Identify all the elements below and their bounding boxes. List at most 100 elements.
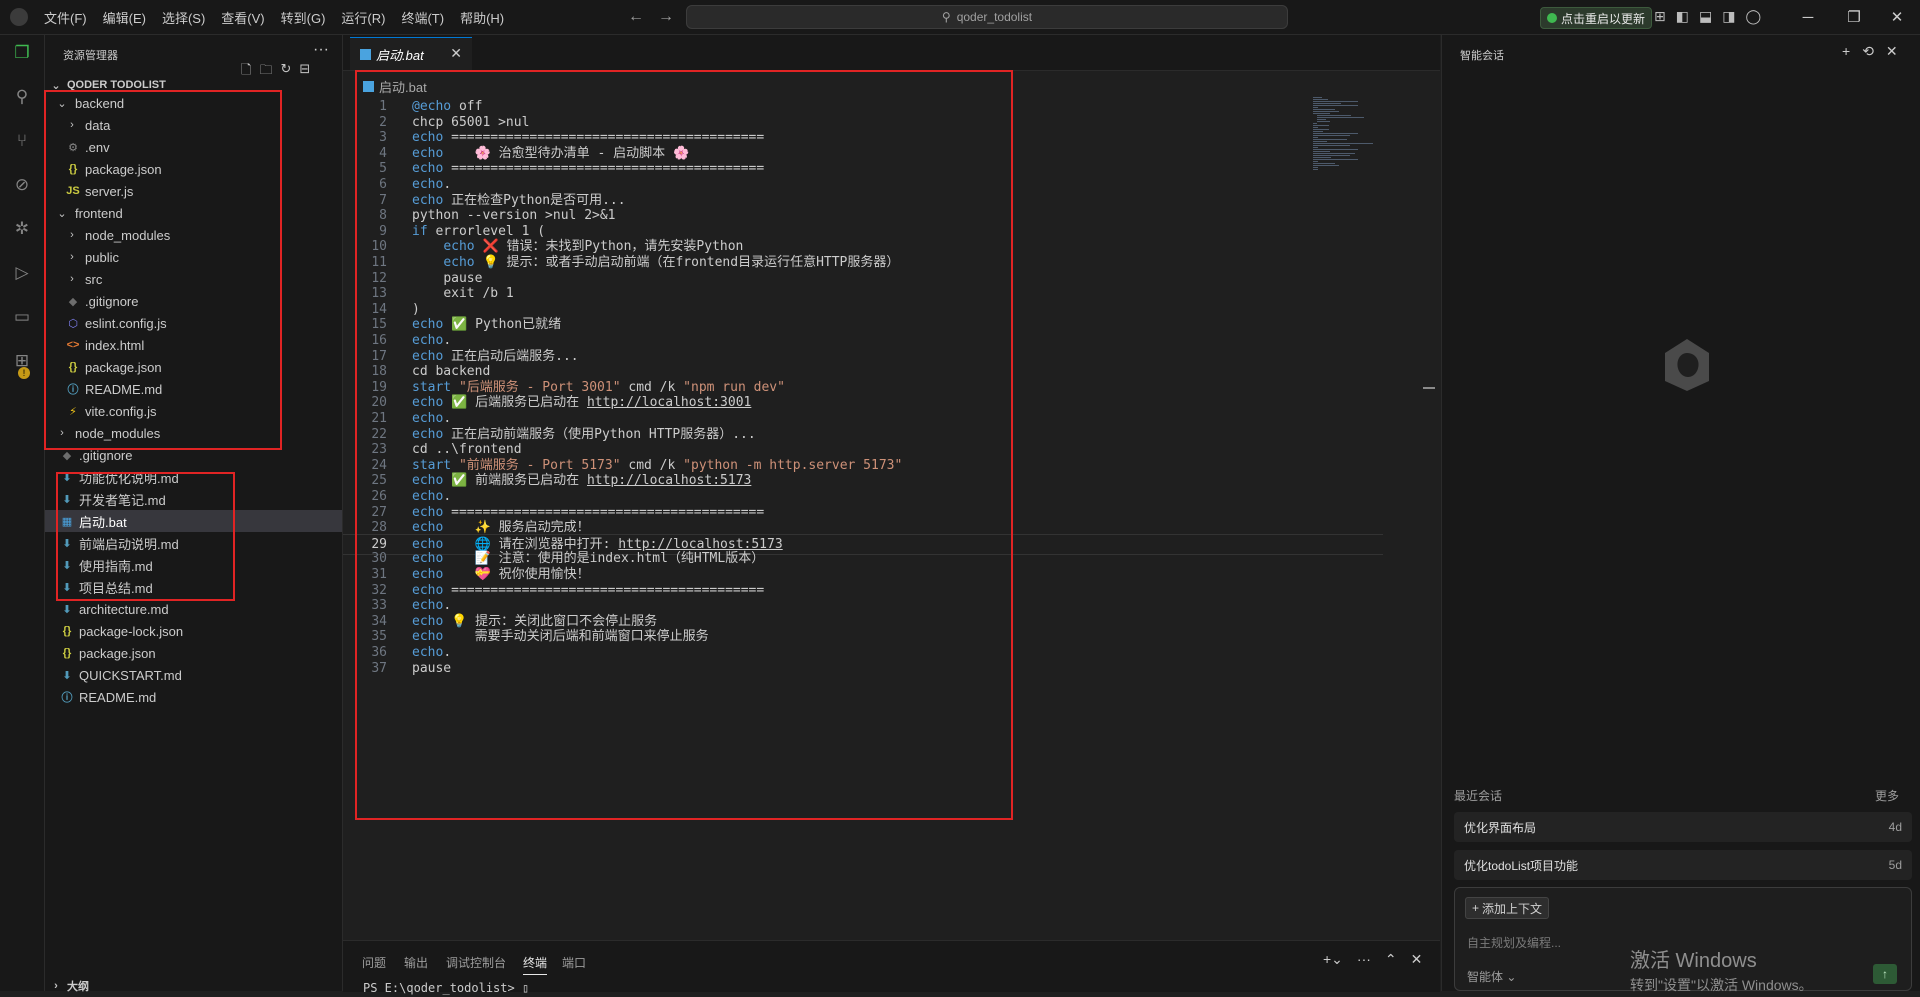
git-file-icon: ◆: [62, 449, 72, 462]
minimap[interactable]: [1313, 97, 1403, 177]
mode-select[interactable]: 智能体 ⌄: [1467, 968, 1516, 985]
panel-tab-debug-console[interactable]: 调试控制台: [446, 954, 506, 971]
minimap-line: [1313, 101, 1358, 102]
menu-file[interactable]: 文件(F): [36, 8, 95, 27]
minimap-line: [1313, 129, 1329, 130]
session-title: 优化todoList项目功能: [1464, 858, 1579, 873]
highlight-box-backend-frontend: [44, 90, 282, 450]
new-chat-icon[interactable]: +: [1842, 43, 1850, 60]
menu-terminal[interactable]: 终端(T): [393, 8, 452, 27]
panel-tab-ports[interactable]: 端口: [562, 954, 586, 971]
maximize-panel-icon[interactable]: ⌃: [1385, 951, 1397, 968]
tree-file[interactable]: ⬇ QUICKSTART.md: [45, 664, 342, 686]
menu-edit[interactable]: 编辑(E): [95, 8, 154, 27]
windows-activation-watermark: 激活 Windows 转到"设置"以激活 Windows。: [1630, 944, 1813, 995]
more-sessions-link[interactable]: 更多: [1875, 787, 1899, 804]
tree-file[interactable]: {} package-lock.json: [45, 620, 342, 642]
panel-tab-terminal[interactable]: 终端: [523, 954, 548, 975]
more-actions-icon[interactable]: ···: [1357, 951, 1371, 968]
restore-icon[interactable]: ❐: [1831, 0, 1877, 34]
new-folder-icon[interactable]: 🗀: [259, 61, 272, 83]
menu-run[interactable]: 运行(R): [333, 8, 393, 27]
minimap-line: [1313, 139, 1347, 140]
terminal-prompt[interactable]: PS E:\qoder_todolist> ▯: [363, 981, 529, 995]
minimap-line: [1313, 99, 1328, 100]
history-icon[interactable]: ⟲: [1862, 43, 1874, 60]
panel-tab-output[interactable]: 输出: [404, 954, 428, 971]
panel-tab-problems[interactable]: 问题: [362, 954, 386, 971]
minimize-icon[interactable]: ─: [1785, 0, 1831, 34]
outline-section[interactable]: › 大纲: [45, 975, 342, 997]
menu-go[interactable]: 转到(G): [273, 8, 334, 27]
minimap-line: [1317, 117, 1364, 118]
toggle-primary-sidebar-icon[interactable]: ◧: [1676, 8, 1689, 25]
remote-explorer-icon[interactable]: ▭: [10, 305, 34, 329]
menu-help[interactable]: 帮助(H): [452, 8, 512, 27]
json-file-icon: {}: [62, 647, 72, 659]
collapse-all-icon[interactable]: ⊟: [299, 61, 310, 83]
minimap-line: [1313, 111, 1339, 112]
chat-actions: + ⟲ ✕: [1842, 43, 1898, 60]
tree-file[interactable]: {} package.json: [45, 642, 342, 664]
tree-item-label: architecture.md: [79, 601, 169, 617]
add-context-button[interactable]: + 添加上下文: [1465, 897, 1550, 919]
new-terminal-icon[interactable]: +⌄: [1323, 951, 1343, 968]
minimap-line: [1313, 107, 1318, 108]
back-arrow-icon[interactable]: ←: [628, 8, 644, 25]
editor-tabs: 启动.bat ✕: [343, 35, 1440, 71]
source-control-icon[interactable]: ⑂: [10, 129, 34, 153]
tab-label: 启动.bat: [376, 47, 424, 63]
outline-label: 大纲: [67, 981, 89, 993]
more-actions-icon[interactable]: ···: [313, 41, 329, 59]
command-center-search[interactable]: ⚲ qoder_todolist: [686, 5, 1288, 29]
toggle-panel-icon[interactable]: ⬓: [1699, 8, 1712, 25]
send-icon[interactable]: ↑: [1873, 964, 1897, 984]
qoder-logo-icon: [1665, 339, 1709, 391]
minimap-line: [1313, 163, 1335, 164]
recent-session-item[interactable]: 优化todoList项目功能 5d: [1454, 850, 1912, 880]
tree-file[interactable]: ⬇ architecture.md: [45, 598, 342, 620]
minimap-line: [1317, 119, 1326, 120]
compass-icon[interactable]: ⊘: [10, 173, 34, 197]
close-tab-icon[interactable]: ✕: [450, 45, 462, 62]
minimap-line: [1313, 131, 1323, 132]
scrollbar-marker[interactable]: [1423, 387, 1435, 389]
chat-title: 智能会话: [1460, 50, 1504, 62]
close-chat-icon[interactable]: ✕: [1886, 43, 1898, 60]
recent-session-item[interactable]: 优化界面布局 4d: [1454, 812, 1912, 842]
menu-view[interactable]: 查看(V): [213, 8, 272, 27]
tab-start-bat[interactable]: 启动.bat ✕: [350, 37, 472, 70]
extensions-network-icon[interactable]: ✲: [10, 217, 34, 241]
menu-bar: 文件(F) 编辑(E) 选择(S) 查看(V) 转到(G) 运行(R) 终端(T…: [36, 0, 512, 34]
tree-item-label: package-lock.json: [79, 623, 184, 639]
minimap-line: [1313, 159, 1358, 160]
tree-item-label: README.md: [79, 689, 157, 705]
search-text: qoder_todolist: [956, 10, 1033, 24]
run-debug-icon[interactable]: ▷: [10, 261, 34, 285]
minimap-line: [1313, 151, 1330, 152]
nav-arrows: ← →: [628, 8, 688, 26]
customize-layout-icon[interactable]: ⊞: [1654, 8, 1666, 25]
close-window-icon[interactable]: ✕: [1874, 0, 1920, 34]
minimap-line: [1313, 153, 1355, 154]
restart-update-button[interactable]: 点击重启以更新: [1540, 7, 1653, 29]
chat-placeholder[interactable]: 自主规划及编程...: [1467, 934, 1561, 951]
minimap-line: [1313, 103, 1341, 104]
close-panel-icon[interactable]: ✕: [1411, 951, 1423, 968]
minimap-line: [1313, 141, 1327, 142]
new-file-icon[interactable]: 🗋: [241, 61, 251, 83]
minimap-line: [1313, 161, 1318, 162]
minimap-line: [1317, 121, 1330, 122]
minimap-line: [1313, 97, 1322, 98]
chat-panel: 智能会话 + ⟲ ✕ 最近会话 更多 优化界面布局 4d 优化todoList项…: [1441, 35, 1920, 991]
search-icon: ⚲: [941, 10, 951, 24]
toggle-secondary-sidebar-icon[interactable]: ◨: [1722, 8, 1735, 25]
session-title: 优化界面布局: [1464, 820, 1537, 835]
search-icon[interactable]: ⚲: [10, 85, 34, 109]
menu-selection[interactable]: 选择(S): [154, 8, 213, 27]
account-icon[interactable]: ◯: [1745, 8, 1761, 25]
refresh-icon[interactable]: ↻: [280, 61, 291, 83]
explorer-icon[interactable]: ❐: [10, 41, 34, 65]
forward-arrow-icon[interactable]: →: [658, 8, 674, 25]
tree-file[interactable]: ⓘ README.md: [45, 686, 342, 708]
